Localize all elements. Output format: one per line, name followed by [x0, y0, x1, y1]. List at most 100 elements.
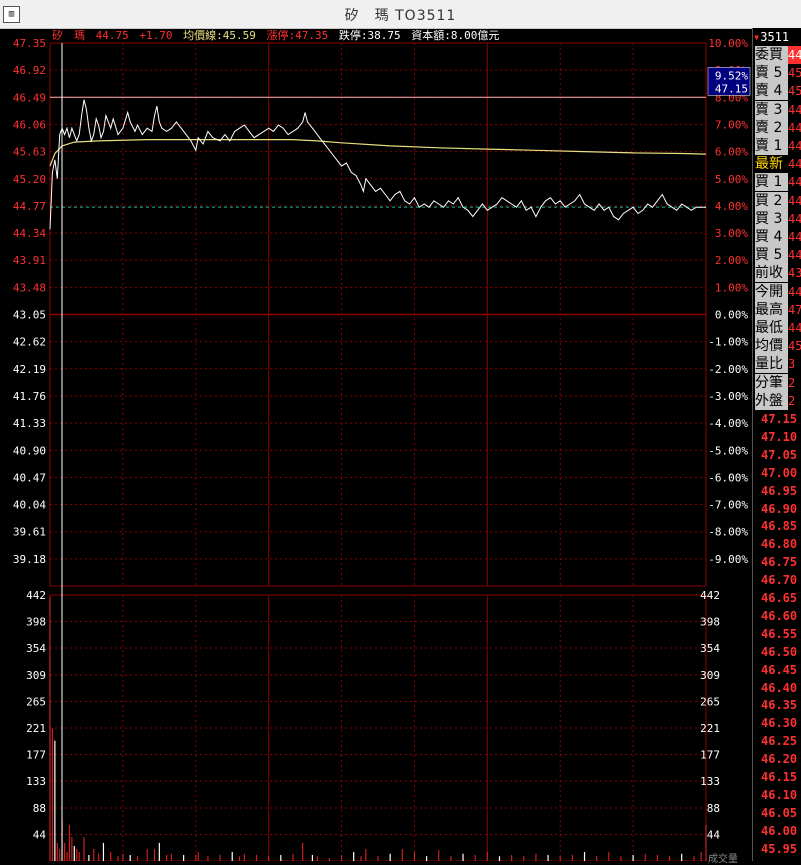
price-ladder-item[interactable]: 46.00 [761, 824, 797, 838]
quote-row-value: 44 [788, 102, 801, 117]
quote-row-label: 外盤 [755, 391, 788, 410]
pct-tick-label: -1.00% [708, 336, 748, 349]
volume-tick-label-right: 309 [700, 669, 720, 682]
quote-row-value: 44 [788, 321, 801, 335]
quote-row: 前收43 [753, 264, 801, 283]
quote-row-label: 賣 4 [755, 82, 788, 101]
price-ladder-item[interactable]: 46.15 [761, 771, 797, 784]
price-ladder-item[interactable]: 46.95 [761, 484, 797, 498]
quote-row-label: 最新 [755, 155, 788, 174]
pct-tick-label: 3.00% [715, 227, 748, 240]
quote-code-text: 3511 [760, 30, 790, 44]
price-tick-label: 41.33 [13, 417, 46, 430]
quote-row: 買 544 [753, 246, 801, 265]
quote-row: 最新44 [753, 155, 801, 174]
price-tick-label: 44.77 [13, 200, 46, 213]
volume-tick-label-right: 265 [700, 696, 720, 709]
stock-change: +1.70 [139, 29, 173, 42]
quote-row-value: 44 [788, 248, 801, 263]
price-ladder-item[interactable]: 47.05 [761, 448, 797, 462]
price-marker-price: 47.15 [715, 82, 748, 95]
quote-row-value: 44.1 [788, 46, 801, 64]
price-ladder-item[interactable]: 46.25 [761, 735, 797, 748]
volume-tick-label: 354 [26, 642, 46, 655]
quote-row-value: 44 [788, 139, 801, 153]
price-tick-label: 46.06 [13, 118, 46, 131]
quote-row-label: 最低 [755, 319, 788, 337]
price-ladder-item[interactable]: 46.20 [761, 753, 797, 766]
volume-tick-label-right: 354 [700, 642, 720, 655]
price-tick-label: 43.91 [13, 254, 46, 267]
price-ladder-item[interactable]: 46.55 [761, 627, 797, 641]
quote-row-label: 賣 5 [755, 64, 788, 83]
price-tick-label: 43.05 [13, 309, 46, 322]
volume-tick-label: 442 [26, 589, 46, 602]
quote-row: 買 444 [753, 228, 801, 246]
pct-tick-label: -5.00% [708, 444, 748, 457]
price-tick-label: 42.62 [13, 336, 46, 349]
quote-row: 今開44 [753, 282, 801, 301]
quote-row-label: 分筆 [755, 373, 788, 392]
avg-line-label: 均價線:45.59 [183, 29, 256, 42]
price-ladder-item[interactable]: 46.75 [761, 556, 797, 569]
quote-row-label: 買 3 [755, 209, 788, 228]
price-tick-label: 40.90 [13, 444, 46, 457]
intraday-chart: 47.3510.00%46.929.00%46.498.00%46.067.00… [13, 37, 751, 861]
pct-tick-label: 0.00% [715, 309, 748, 322]
quote-row-value: 45 [788, 84, 801, 99]
quote-row-label: 委買 [755, 46, 788, 64]
price-ladder-item[interactable]: 46.50 [761, 645, 797, 659]
quote-row-label: 今開 [755, 282, 788, 301]
quote-row-label: 量比 [755, 355, 788, 374]
price-ladder-item[interactable]: 46.60 [761, 609, 797, 623]
price-ladder-item[interactable]: 47.10 [761, 430, 797, 444]
price-ladder-item[interactable]: 46.90 [761, 502, 797, 516]
price-ladder-item[interactable]: 46.80 [761, 538, 797, 551]
stock-name: 矽 瑪 [52, 29, 85, 42]
price-ladder-item[interactable]: 46.30 [761, 717, 797, 730]
pct-tick-label: 4.00% [715, 200, 748, 213]
price-ladder-item[interactable]: 47.15 [761, 413, 797, 426]
window-title: 矽 瑪 TO3511 [344, 8, 457, 24]
pct-tick-label: 6.00% [715, 146, 748, 159]
price-ladder-item[interactable]: 46.35 [761, 699, 797, 712]
price-ladder-item[interactable]: 46.70 [761, 574, 797, 587]
price-ladder-item[interactable]: 46.10 [761, 788, 797, 802]
pct-tick-label: -7.00% [708, 499, 748, 512]
price-ladder-item[interactable]: 46.85 [761, 520, 797, 533]
quote-row-value: 44 [788, 284, 801, 299]
quote-row-value: 44 [788, 157, 801, 172]
price-tick-label: 47.35 [13, 37, 46, 50]
quote-row-value: 47 [788, 302, 801, 317]
price-ladder-item[interactable]: 45.95 [761, 842, 797, 856]
price-tick-label: 45.63 [13, 146, 46, 159]
price-ladder-item[interactable]: 47.00 [761, 466, 797, 480]
pct-tick-label: -6.00% [708, 471, 748, 484]
volume-panel-frame [49, 594, 707, 861]
volume-tick-label-right: 221 [700, 722, 720, 735]
price-ladder-item[interactable]: 46.05 [761, 806, 797, 820]
quote-row-value: 44 [788, 230, 801, 244]
volume-tick-label: 44 [33, 829, 47, 842]
quote-row-value: 2 [788, 393, 796, 408]
quote-row-value: 2 [788, 375, 796, 390]
capital-label: 資本額:8.00億元 [411, 29, 500, 42]
price-tick-label: 45.20 [13, 173, 46, 186]
quote-row-label: 買 1 [755, 173, 788, 192]
quote-row-label: 賣 3 [755, 100, 788, 119]
pct-tick-label: 1.00% [715, 281, 748, 294]
quote-row: 分筆 2 [753, 373, 801, 392]
price-ladder-item[interactable]: 46.65 [761, 592, 797, 605]
price-tick-label: 44.34 [13, 227, 46, 240]
quote-row-value: 43 [788, 266, 801, 281]
pct-tick-label: 5.00% [715, 173, 748, 186]
volume-tick-label: 177 [26, 748, 46, 761]
limit-up-label: 漲停:47.35 [266, 29, 329, 42]
price-ladder-item[interactable]: 46.40 [761, 681, 797, 695]
price-ladder-item[interactable]: 46.45 [761, 663, 797, 677]
pct-tick-label: 10.00% [708, 37, 748, 50]
price-tick-label: 46.92 [13, 64, 46, 77]
pct-tick-label: -2.00% [708, 363, 748, 376]
quote-panel: ▾3511 委買44.1賣 545賣 445賣 344賣 244賣 144最新4… [752, 28, 801, 861]
price-tick-label: 42.19 [13, 363, 46, 376]
